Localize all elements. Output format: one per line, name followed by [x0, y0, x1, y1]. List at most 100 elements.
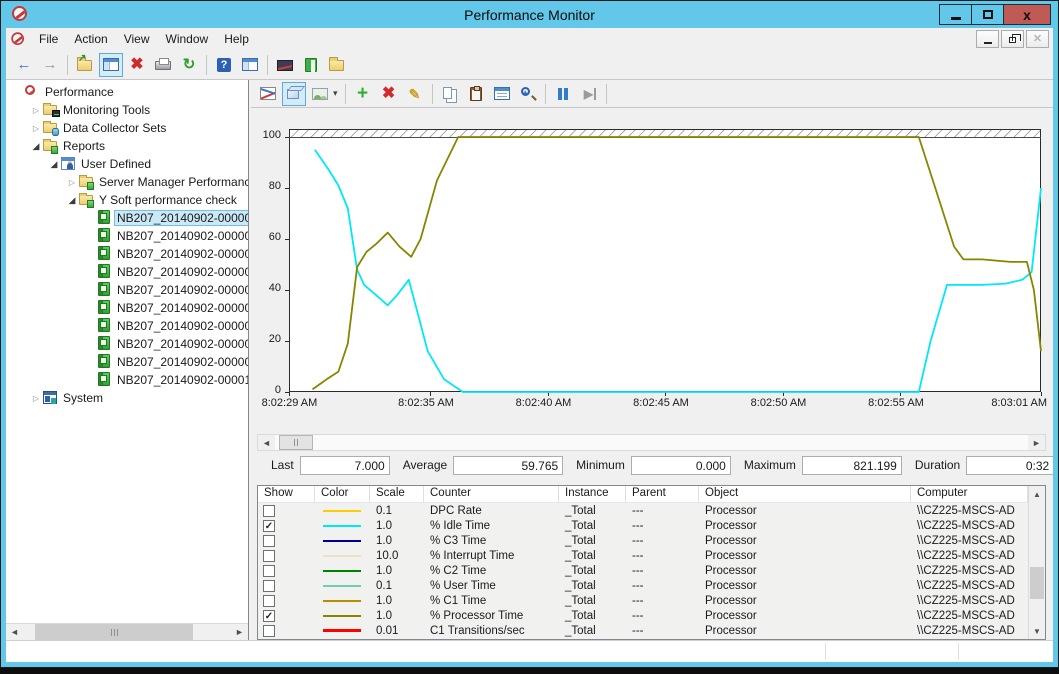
column-header-counter[interactable]: Counter	[424, 486, 559, 502]
time-scrollbar-thumb[interactable]	[279, 435, 313, 450]
menu-view[interactable]: View	[116, 29, 158, 49]
highlight-button[interactable]: ✎	[403, 82, 427, 106]
export-button[interactable]: ↗	[73, 53, 97, 77]
legend-row--user-time[interactable]: 0.1% User Time_Total---Processor\\CZ225-…	[258, 578, 1028, 593]
tree-item-nb207-20140902-000007[interactable]: NB207_20140902-000007	[6, 317, 248, 335]
tree-item-nb207-20140902-000006[interactable]: NB207_20140902-000006	[6, 299, 248, 317]
menu-action[interactable]: Action	[66, 29, 115, 49]
mdi-close-button[interactable]: ✕	[1026, 30, 1049, 48]
legend-scrollbar-thumb[interactable]	[1030, 567, 1044, 599]
tree-horizontal-scrollbar[interactable]: ◄ ►	[6, 623, 248, 640]
show-checkbox[interactable]	[263, 595, 275, 607]
column-header-parent[interactable]: Parent	[626, 486, 699, 502]
refresh-button[interactable]: ↻	[177, 53, 201, 77]
tree-expander-icon[interactable]: ◢	[30, 141, 42, 152]
column-header-object[interactable]: Object	[699, 486, 911, 502]
tree-item-reports[interactable]: ◢Reports	[6, 137, 248, 155]
legend-row-dpc-rate[interactable]: 0.1DPC Rate_Total---Processor\\CZ225-MSC…	[258, 503, 1028, 518]
tree-expander-icon[interactable]: ◢	[48, 159, 60, 170]
zoom-button[interactable]: +	[516, 82, 540, 106]
delete-counter-button[interactable]: ✖	[377, 82, 401, 106]
tree-item-nb207-20140902-000003[interactable]: NB207_20140902-000003	[6, 245, 248, 263]
properties-button[interactable]	[490, 82, 514, 106]
menu-file[interactable]: File	[31, 29, 66, 49]
tree-item-nb207-20140902-000008[interactable]: NB207_20140902-000008	[6, 335, 248, 353]
book-button[interactable]	[299, 53, 323, 77]
mdi-minimize-button[interactable]	[976, 30, 999, 48]
tree-item-nb207-20140902-000005[interactable]: NB207_20140902-000005	[6, 281, 248, 299]
legend-vertical-scrollbar[interactable]: ▲ ▼	[1028, 486, 1045, 639]
chart-tool-button[interactable]	[273, 53, 297, 77]
tree-expander-icon[interactable]: ◢	[66, 195, 78, 206]
legend-row-c1-transitions-sec[interactable]: 0.01C1 Transitions/sec_Total---Processor…	[258, 623, 1028, 638]
help-button[interactable]: ?	[212, 53, 236, 77]
column-header-color[interactable]: Color	[315, 486, 370, 502]
forward-button[interactable]: →	[38, 53, 62, 77]
change-graph-type-button[interactable]	[308, 82, 332, 106]
tree-item-user-defined[interactable]: ◢User Defined	[6, 155, 248, 173]
update-data-button[interactable]: ▶	[577, 82, 601, 106]
show-checkbox[interactable]	[263, 625, 275, 637]
show-checkbox[interactable]: ✓	[263, 610, 275, 622]
view-current-activity-button[interactable]	[256, 82, 280, 106]
show-checkbox[interactable]: ✓	[263, 520, 275, 532]
tree-item-nb207-20140902-000010[interactable]: NB207_20140902-000010	[6, 371, 248, 389]
back-button[interactable]: ←	[12, 53, 36, 77]
legend-scroll-down-icon[interactable]: ▼	[1029, 623, 1045, 639]
column-header-instance[interactable]: Instance	[559, 486, 626, 502]
legend-row--c3-time[interactable]: 1.0% C3 Time_Total---Processor\\CZ225-MS…	[258, 533, 1028, 548]
tree-expander-icon[interactable]: ▷	[30, 394, 42, 403]
tree-expander-icon[interactable]: ▷	[66, 178, 78, 187]
show-checkbox[interactable]	[263, 505, 275, 517]
show-checkbox[interactable]	[263, 565, 275, 577]
show-checkbox[interactable]	[263, 580, 275, 592]
time-scroll-left-icon[interactable]: ◄	[258, 435, 275, 450]
tree-item-nb207-20140902-000009[interactable]: NB207_20140902-000009	[6, 353, 248, 371]
copy-properties-button[interactable]	[438, 82, 462, 106]
tree-item-server-manager-performance[interactable]: ▷Server Manager Performance	[6, 173, 248, 191]
tree-item-nb207-20140902-000004[interactable]: NB207_20140902-000004	[6, 263, 248, 281]
tree-item-performance[interactable]: Performance	[6, 83, 248, 101]
menu-window[interactable]: Window	[158, 29, 217, 49]
paste-counter-list-button[interactable]	[464, 82, 488, 106]
minimize-button[interactable]	[939, 4, 972, 25]
column-header-scale[interactable]: Scale	[370, 486, 424, 502]
folder-button[interactable]	[325, 53, 349, 77]
delete-button[interactable]: ✖	[125, 53, 149, 77]
scroll-left-icon[interactable]: ◄	[6, 624, 23, 640]
tree-item-nb207-20140902-000002[interactable]: NB207_20140902-000002	[6, 227, 248, 245]
print-button[interactable]	[151, 53, 175, 77]
column-header-show[interactable]: Show	[258, 486, 315, 502]
time-range-scrollbar[interactable]: ◄ ►	[257, 434, 1046, 451]
tree-item-y-soft-performance-check[interactable]: ◢Y Soft performance check	[6, 191, 248, 209]
legend-scroll-up-icon[interactable]: ▲	[1029, 486, 1045, 502]
new-window-button[interactable]	[238, 53, 262, 77]
show-checkbox[interactable]	[263, 550, 275, 562]
legend-row--processor-time[interactable]: ✓1.0% Processor Time_Total---Processor\\…	[258, 608, 1028, 623]
tree-item-monitoring-tools[interactable]: ▷Monitoring Tools	[6, 101, 248, 119]
show-hide-console-tree-button[interactable]	[99, 53, 123, 77]
show-checkbox[interactable]	[263, 535, 275, 547]
menu-help[interactable]: Help	[216, 29, 257, 49]
legend-row--interrupt-time[interactable]: 10.0% Interrupt Time_Total---Processor\\…	[258, 548, 1028, 563]
tree-scrollbar-thumb[interactable]	[35, 624, 193, 640]
close-button[interactable]: x	[1003, 4, 1051, 25]
scroll-right-icon[interactable]: ►	[231, 624, 248, 640]
freeze-display-button[interactable]	[551, 82, 575, 106]
title-bar[interactable]: Performance Monitor x	[6, 1, 1053, 28]
add-counter-button[interactable]: +	[351, 82, 375, 106]
tree-item-system[interactable]: ▷System	[6, 389, 248, 407]
legend-row--idle-time[interactable]: ✓1.0% Idle Time_Total---Processor\\CZ225…	[258, 518, 1028, 533]
mdi-restore-button[interactable]	[1001, 30, 1024, 48]
graph-type-dropdown-icon[interactable]: ▾	[333, 88, 338, 99]
maximize-button[interactable]	[971, 4, 1004, 25]
legend-row--c2-time[interactable]: 1.0% C2 Time_Total---Processor\\CZ225-MS…	[258, 563, 1028, 578]
time-scroll-right-icon[interactable]: ►	[1028, 435, 1045, 450]
legend-row--c1-time[interactable]: 1.0% C1 Time_Total---Processor\\CZ225-MS…	[258, 593, 1028, 608]
tree-expander-icon[interactable]: ▷	[30, 124, 42, 133]
view-log-data-button[interactable]	[282, 82, 306, 106]
tree-item-data-collector-sets[interactable]: ▷Data Collector Sets	[6, 119, 248, 137]
column-header-computer[interactable]: Computer	[911, 486, 1028, 502]
tree-item-nb207-20140902-000001[interactable]: NB207_20140902-000001	[6, 209, 248, 227]
tree-expander-icon[interactable]: ▷	[30, 106, 42, 115]
